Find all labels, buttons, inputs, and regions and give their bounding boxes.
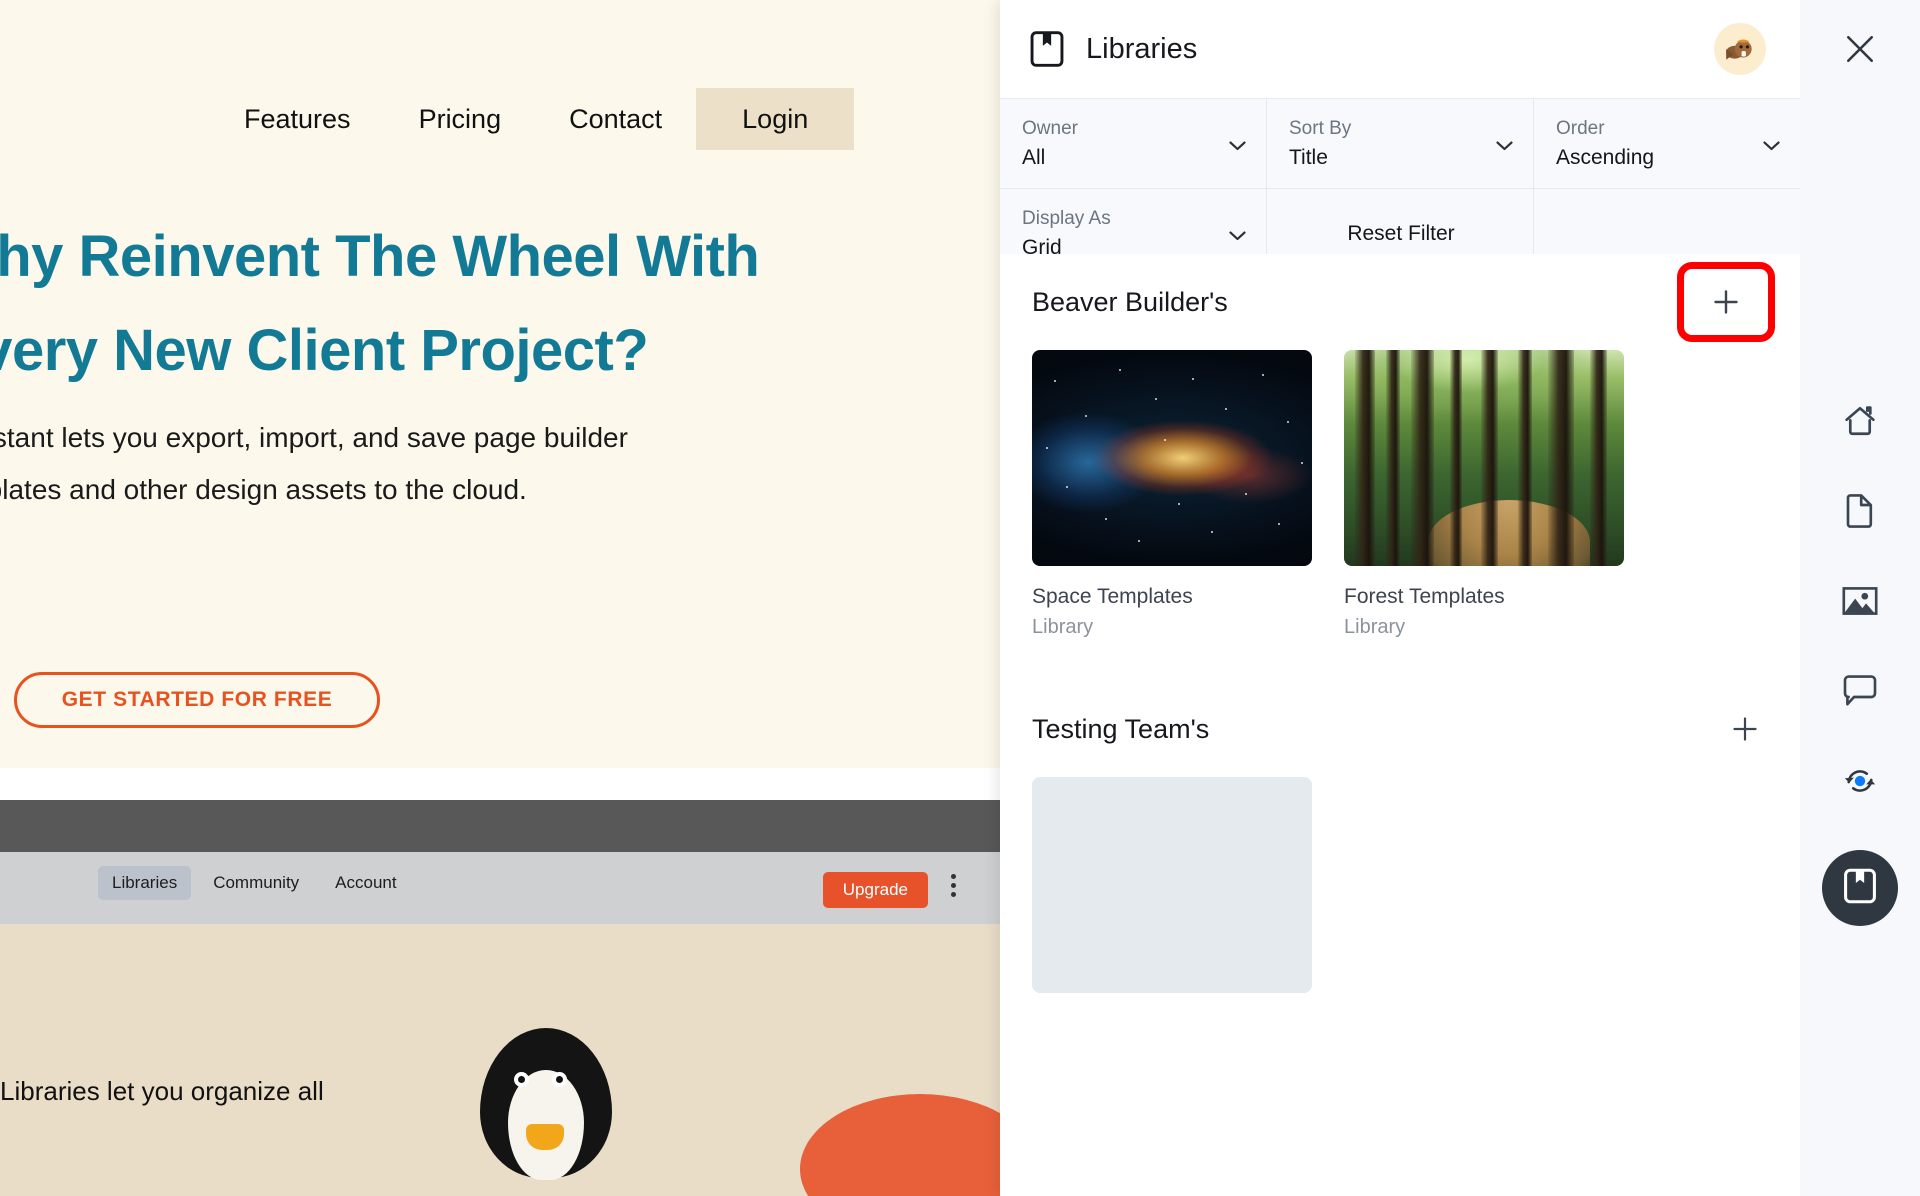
mockup-titlebar	[0, 800, 1000, 852]
mockup-toolbar: Libraries Community Account Upgrade	[0, 852, 1000, 924]
library-thumbnail-space	[1032, 350, 1312, 566]
chevron-down-icon	[1229, 228, 1246, 238]
filter-row-1: Owner All Sort By Title Order Ascending	[1000, 99, 1800, 188]
filter-sort-by[interactable]: Sort By Title	[1266, 99, 1533, 188]
library-card-title: Space Templates	[1032, 584, 1312, 609]
library-card[interactable]: Forest Templates Library	[1344, 350, 1624, 639]
rail-item-sync[interactable]	[1837, 760, 1883, 806]
library-card[interactable]	[1032, 777, 1312, 993]
mockup-body-text: Libraries let you organize all	[0, 1076, 420, 1107]
star-field	[1032, 350, 1312, 566]
image-icon	[1842, 585, 1878, 622]
library-card-subtitle: Library	[1344, 615, 1624, 639]
library-card[interactable]: Space Templates Library	[1032, 350, 1312, 639]
mockup-tab-account[interactable]: Account	[321, 866, 410, 900]
home-icon	[1843, 404, 1877, 443]
filter-order[interactable]: Order Ascending	[1533, 99, 1800, 188]
nav-link-features[interactable]: Features	[210, 88, 385, 150]
mockup-body: Libraries let you organize all	[0, 924, 1000, 1196]
sync-icon	[1842, 764, 1878, 803]
close-panel-button[interactable]	[1837, 28, 1883, 74]
add-library-button-testing-team[interactable]	[1722, 706, 1768, 752]
mockup-tabs: Libraries Community Account	[98, 866, 411, 900]
plus-icon	[1732, 716, 1758, 742]
filter-order-value: Ascending	[1556, 143, 1780, 173]
library-thumbnail-forest	[1344, 350, 1624, 566]
nav-link-pricing[interactable]: Pricing	[385, 88, 536, 150]
filter-sort-by-label: Sort By	[1289, 115, 1513, 143]
panel-content: Beaver Builder's	[1000, 254, 1800, 1196]
page-icon	[1844, 493, 1876, 534]
filter-bar: Owner All Sort By Title Order Ascending	[1000, 98, 1800, 279]
hero-subtitle: Assistant lets you export, import, and s…	[0, 412, 1000, 516]
filter-owner[interactable]: Owner All	[1000, 99, 1266, 188]
library-card-title: Forest Templates	[1344, 584, 1624, 609]
nav-link-contact[interactable]: Contact	[535, 88, 696, 150]
nav-link-login[interactable]: Login	[696, 88, 854, 150]
hero-subtitle-line-1: Assistant lets you export, import, and s…	[0, 412, 1000, 464]
browser-mockup: Libraries Community Account Upgrade Libr…	[0, 800, 1000, 1196]
mockup-more-icon[interactable]	[950, 874, 956, 897]
comment-icon	[1842, 674, 1878, 713]
close-icon	[1844, 33, 1876, 70]
get-started-button[interactable]: GET STARTED FOR FREE	[14, 672, 380, 728]
section-title: Beaver Builder's	[1032, 287, 1228, 318]
library-thumbnail-placeholder	[1032, 777, 1312, 993]
beaver-avatar[interactable]	[1714, 23, 1766, 75]
add-library-button-beaver-builders[interactable]	[1684, 269, 1768, 335]
library-card-subtitle: Library	[1032, 615, 1312, 639]
mockup-tab-community[interactable]: Community	[199, 866, 313, 900]
bookmark-book-icon	[1030, 31, 1064, 67]
filter-display-as-label: Display As	[1022, 205, 1246, 233]
hero-title-line-2: Every New Client Project?	[0, 304, 1000, 398]
filter-order-label: Order	[1556, 115, 1780, 143]
rail-item-comment[interactable]	[1837, 670, 1883, 716]
website-background: Features Pricing Contact Login Why Reinv…	[0, 0, 1000, 1196]
filter-owner-value: All	[1022, 143, 1246, 173]
mockup-upgrade-button[interactable]: Upgrade	[823, 872, 928, 908]
libraries-panel: Libraries Owner All	[1000, 0, 1800, 1196]
section-title: Testing Team's	[1032, 714, 1209, 745]
plus-icon	[1713, 289, 1739, 315]
hero-white-band	[0, 768, 1000, 802]
chevron-down-icon	[1229, 138, 1246, 148]
chevron-down-icon	[1496, 138, 1513, 148]
panel-header: Libraries	[1000, 0, 1800, 98]
section-header-testing-team: Testing Team's	[1032, 681, 1768, 777]
hero-subtitle-line-2: templates and other design assets to the…	[0, 464, 1000, 516]
section-header-beaver-builders: Beaver Builder's	[1032, 254, 1768, 350]
filter-sort-by-value: Title	[1289, 143, 1513, 173]
rail-item-library[interactable]	[1822, 850, 1898, 926]
filter-owner-label: Owner	[1022, 115, 1246, 143]
panel-title: Libraries	[1086, 33, 1197, 66]
library-icon	[1843, 868, 1877, 909]
rail-item-image[interactable]	[1837, 580, 1883, 626]
library-card-grid-beaver-builders: Space Templates Library	[1032, 350, 1768, 639]
rail-item-home[interactable]	[1837, 400, 1883, 446]
library-card-grid-testing-team	[1032, 777, 1768, 993]
site-navigation: Features Pricing Contact Login	[0, 88, 1000, 150]
penguin-illustration	[460, 1028, 630, 1196]
hero-title-line-1: Why Reinvent The Wheel With	[0, 210, 1000, 304]
reset-filter-label: Reset Filter	[1347, 222, 1454, 246]
mockup-decoration-1	[800, 1094, 1000, 1196]
rail-item-page[interactable]	[1837, 490, 1883, 536]
hero-title: Why Reinvent The Wheel With Every New Cl…	[0, 210, 1000, 398]
mockup-tab-libraries[interactable]: Libraries	[98, 866, 191, 900]
chevron-down-icon	[1763, 138, 1780, 148]
rail-icon-list	[1800, 400, 1920, 926]
right-rail	[1800, 0, 1920, 1196]
